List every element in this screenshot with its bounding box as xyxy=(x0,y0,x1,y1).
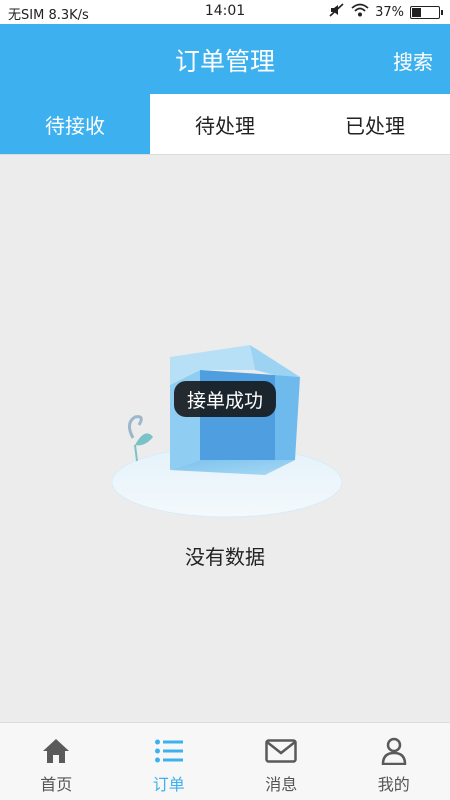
order-tabs: 待接收 待处理 已处理 xyxy=(0,94,450,155)
mail-icon xyxy=(265,736,297,766)
status-right: 37% xyxy=(329,3,443,21)
list-icon xyxy=(153,736,185,766)
tab-processed[interactable]: 已处理 xyxy=(300,94,450,154)
wifi-icon xyxy=(351,3,369,21)
nav-label-orders: 订单 xyxy=(152,775,185,794)
nav-item-home[interactable]: 首页 xyxy=(0,723,113,800)
home-icon xyxy=(40,736,72,766)
bottom-nav: 首页 订单 消息 我的 xyxy=(0,722,450,800)
mute-icon xyxy=(329,3,345,21)
search-button[interactable]: 搜索 xyxy=(393,46,433,75)
page-title: 订单管理 xyxy=(174,47,275,76)
nav-item-messages[interactable]: 消息 xyxy=(225,723,338,800)
tab-pending-receive[interactable]: 待接收 xyxy=(0,94,150,154)
nav-label-messages: 消息 xyxy=(265,775,298,794)
success-toast: 接单成功 xyxy=(174,381,276,417)
empty-box-illustration xyxy=(111,345,343,518)
nav-item-profile[interactable]: 我的 xyxy=(338,723,450,800)
nav-label-home: 首页 xyxy=(40,775,73,794)
tab-pending-process[interactable]: 待处理 xyxy=(150,94,300,154)
battery-icon xyxy=(410,5,443,19)
nav-item-orders[interactable]: 订单 xyxy=(113,723,226,800)
user-icon xyxy=(378,736,410,766)
battery-fill xyxy=(412,7,421,17)
empty-state-text: 没有数据 xyxy=(185,545,265,569)
app-header: 订单管理 搜索 xyxy=(0,24,450,94)
battery-percent: 37% xyxy=(375,4,404,20)
nav-label-profile: 我的 xyxy=(377,775,410,794)
status-bar: 无SIM 8.3K/s 14:01 37% xyxy=(0,0,450,24)
